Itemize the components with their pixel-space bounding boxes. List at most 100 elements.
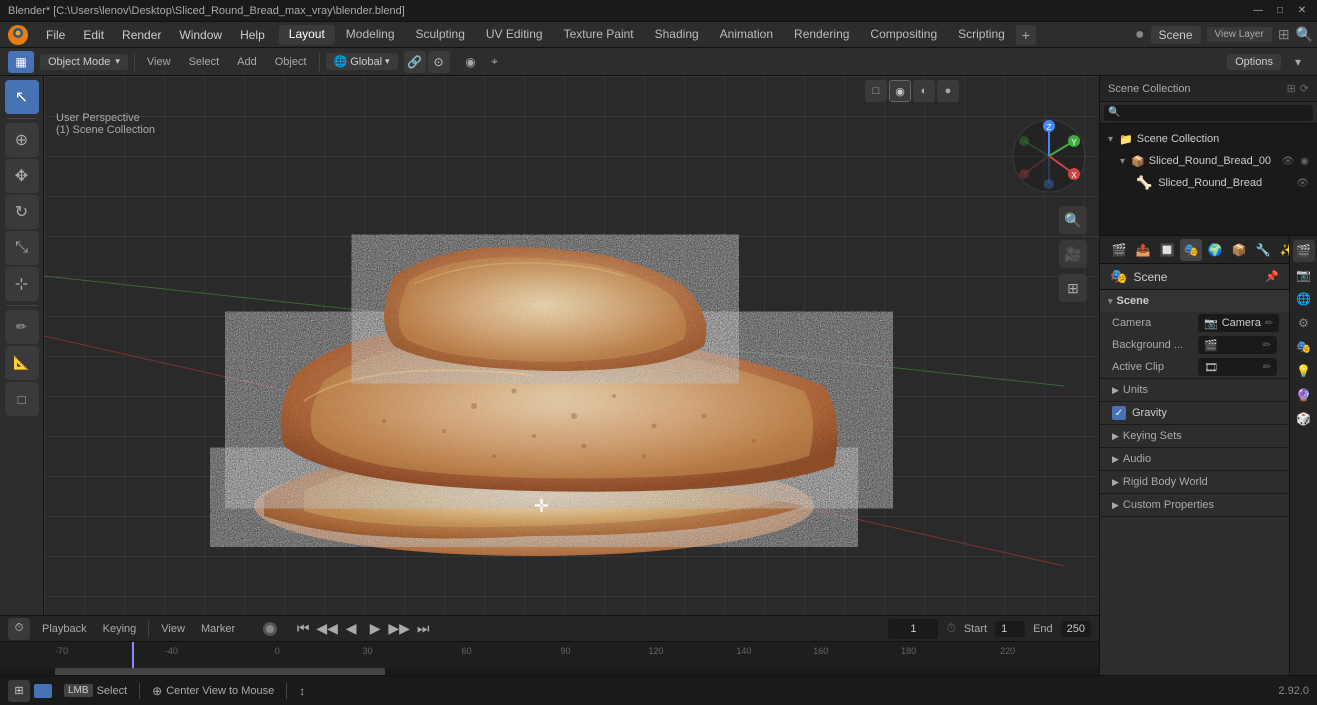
tab-compositing[interactable]: Compositing <box>860 25 947 45</box>
outliner-filter-icon[interactable]: ⊞ <box>1287 82 1296 95</box>
move-tool-btn[interactable]: ✥ <box>5 159 39 193</box>
proportional-edit-btn[interactable]: ⊙ <box>428 51 450 73</box>
prop-tab-render[interactable]: 🎬 <box>1108 239 1130 261</box>
outliner-sync-icon[interactable]: ⟳ <box>1300 82 1309 95</box>
annotate-tool-btn[interactable]: ✏ <box>5 310 39 344</box>
tab-layout[interactable]: Layout <box>279 25 335 45</box>
select-tool-btn[interactable]: ↖ <box>5 80 39 114</box>
timeline-editor-icon[interactable]: ⏱ <box>8 618 30 640</box>
timeline-scrollbar[interactable] <box>0 668 1099 675</box>
side-icon-world[interactable]: 🎭 <box>1293 336 1315 358</box>
file-menu[interactable]: File <box>38 26 73 44</box>
window-controls[interactable]: — □ ✕ <box>1251 4 1309 18</box>
audio-header[interactable]: ▶ Audio <box>1100 448 1289 470</box>
tab-uv-editing[interactable]: UV Editing <box>476 25 553 45</box>
camera-edit-icon[interactable]: ✏ <box>1265 318 1273 329</box>
wireframe-btn[interactable]: □ <box>865 80 887 102</box>
jump-back-btn[interactable]: ◀◀ <box>317 619 337 639</box>
outliner-bread-mesh[interactable]: 🦴 Sliced_Round_Bread 👁 <box>1100 172 1317 194</box>
rotate-tool-btn[interactable]: ↻ <box>5 195 39 229</box>
jump-start-btn[interactable]: ⏮ <box>293 619 313 639</box>
select-menu-btn[interactable]: Select <box>183 54 226 70</box>
options-chevron[interactable]: ▾ <box>1287 51 1309 73</box>
add-primitive-btn[interactable]: □ <box>5 382 39 416</box>
scale-tool-btn[interactable]: ⤡ <box>5 231 39 265</box>
object-menu-btn[interactable]: Object <box>269 54 313 70</box>
options-btn[interactable]: Options <box>1227 54 1281 70</box>
step-forward-btn[interactable]: ▶▶ <box>389 619 409 639</box>
measure-tool-btn[interactable]: 📐 <box>5 346 39 380</box>
tab-texture-paint[interactable]: Texture Paint <box>554 25 644 45</box>
tl-view-btn[interactable]: View <box>157 621 189 637</box>
render-visibility-icon[interactable]: ◉ <box>1300 156 1309 167</box>
window-menu[interactable]: Window <box>171 26 230 44</box>
transform-selector[interactable]: 🌐 Global ▾ <box>326 53 398 70</box>
pin-icon[interactable]: 📌 <box>1265 270 1279 283</box>
prop-tab-particles[interactable]: ✨ <box>1276 239 1289 261</box>
tab-animation[interactable]: Animation <box>710 25 783 45</box>
render-btn[interactable]: ● <box>937 80 959 102</box>
search-icon[interactable]: 🔍 <box>1296 26 1313 43</box>
navigation-gizmo[interactable]: Z Y X <box>1009 116 1089 196</box>
side-icon-output[interactable]: 📷 <box>1293 264 1315 286</box>
units-header[interactable]: ▶ Units <box>1100 379 1289 401</box>
status-editor-icon[interactable]: ⊞ <box>8 680 30 702</box>
playback-btn[interactable]: Playback <box>38 621 91 637</box>
scene-selector[interactable]: Scene <box>1151 26 1201 44</box>
timeline-scrollbar-thumb[interactable] <box>55 668 385 675</box>
step-back-btn[interactable]: ◀ <box>341 619 361 639</box>
edit-menu[interactable]: Edit <box>75 26 112 44</box>
side-icon-modifiers[interactable]: 🔮 <box>1293 384 1315 406</box>
add-menu-btn[interactable]: Add <box>231 54 263 70</box>
keying-btn[interactable]: Keying <box>99 621 141 637</box>
start-value-input[interactable]: 1 <box>995 621 1025 637</box>
bg-edit-icon[interactable]: ✏ <box>1263 340 1271 351</box>
custom-props-header[interactable]: ▶ Custom Properties <box>1100 494 1289 516</box>
tab-modeling[interactable]: Modeling <box>336 25 405 45</box>
gravity-checkbox[interactable]: ✓ <box>1112 406 1126 420</box>
bread-collection-eye[interactable]: 👁 <box>1282 156 1295 167</box>
tab-rendering[interactable]: Rendering <box>784 25 859 45</box>
background-value[interactable]: 🎬 ✏ <box>1198 336 1277 354</box>
camera-view-btn[interactable]: 🎥 <box>1059 240 1087 268</box>
render-region-btn[interactable]: ⊞ <box>1059 274 1087 302</box>
help-menu[interactable]: Help <box>232 26 273 44</box>
material-btn[interactable]: ◐ <box>913 80 935 102</box>
outliner-bread-collection[interactable]: ▾ 📦 Sliced_Round_Bread_00 👁 ◉ <box>1100 150 1317 172</box>
clip-edit-icon[interactable]: ✏ <box>1263 362 1271 373</box>
outliner-scene-collection[interactable]: ▾ 📁 Scene Collection <box>1100 128 1317 150</box>
bread-mesh-eye[interactable]: 👁 <box>1296 178 1309 189</box>
view-menu-btn[interactable]: View <box>141 54 177 70</box>
current-frame-input[interactable]: 1 <box>888 619 938 639</box>
outliner-search[interactable]: 🔍 <box>1104 105 1313 121</box>
scene-section-header[interactable]: ▾ Scene <box>1100 290 1289 312</box>
prop-tab-world[interactable]: 🌍 <box>1204 239 1226 261</box>
close-btn[interactable]: ✕ <box>1295 4 1309 18</box>
object-mode-selector[interactable]: Object Mode▾ <box>40 54 128 70</box>
side-icon-object[interactable]: 💡 <box>1293 360 1315 382</box>
cursor-tool-btn[interactable]: ⊕ <box>5 123 39 157</box>
side-icon-render[interactable]: 🎬 <box>1293 240 1315 262</box>
maximize-btn[interactable]: □ <box>1273 4 1287 18</box>
tab-shading[interactable]: Shading <box>645 25 709 45</box>
side-icon-physics[interactable]: 🎲 <box>1293 408 1315 430</box>
gizmo-btn[interactable]: ⌖ <box>484 51 506 73</box>
zoom-to-fit-btn[interactable]: 🔍 <box>1059 206 1087 234</box>
transform-tool-btn[interactable]: ⊹ <box>5 267 39 301</box>
add-workspace-btn[interactable]: + <box>1016 25 1036 45</box>
play-btn[interactable]: ▶ <box>365 619 385 639</box>
timeline-track[interactable]: -70 -40 0 30 60 90 120 140 160 180 220 <box>0 642 1099 675</box>
prop-tab-view-layer[interactable]: 🔲 <box>1156 239 1178 261</box>
keying-sets-header[interactable]: ▶ Keying Sets <box>1100 425 1289 447</box>
side-icon-scene[interactable]: ⚙ <box>1293 312 1315 334</box>
marker-btn[interactable]: Marker <box>197 621 239 637</box>
view-layer-selector[interactable]: View Layer <box>1207 27 1272 42</box>
prop-tab-output[interactable]: 📤 <box>1132 239 1154 261</box>
rigid-body-header[interactable]: ▶ Rigid Body World <box>1100 471 1289 493</box>
snap-btn[interactable]: 🔗 <box>404 51 426 73</box>
solid-btn[interactable]: ◉ <box>889 80 911 102</box>
jump-end-btn[interactable]: ⏭ <box>413 619 433 639</box>
overlay-btn[interactable]: ◉ <box>460 51 482 73</box>
side-icon-view-layer[interactable]: 🌐 <box>1293 288 1315 310</box>
record-btn[interactable] <box>263 622 277 636</box>
